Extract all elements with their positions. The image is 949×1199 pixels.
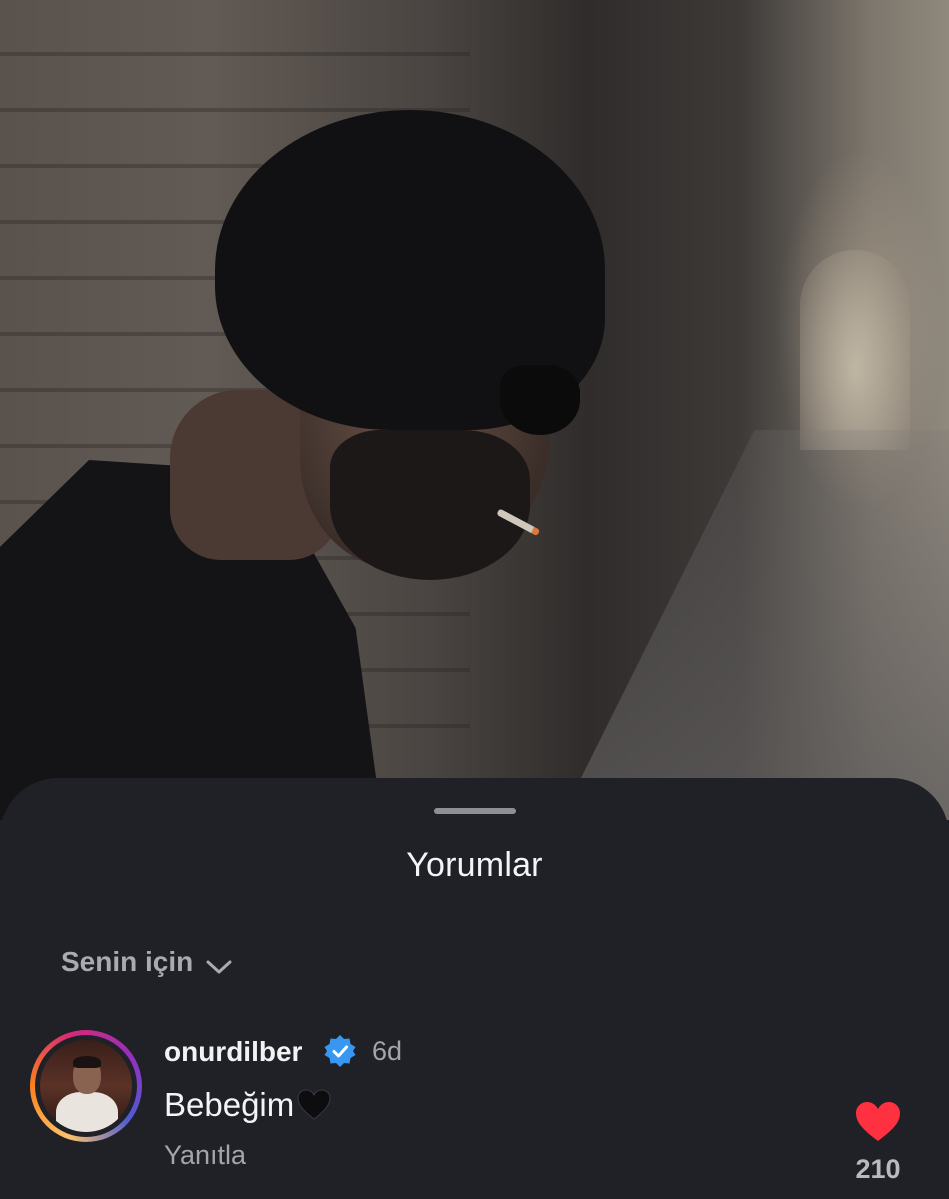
avatar-shirt — [56, 1092, 118, 1132]
comment-time: 6d — [372, 1036, 403, 1066]
screen: Yorumlar Senin için onurdilber 6d Bebeği… — [0, 0, 949, 1199]
photo-street — [560, 430, 949, 820]
like-count: 210 — [855, 1154, 901, 1184]
sort-dropdown[interactable]: Senin için — [61, 946, 233, 978]
reply-button[interactable]: Yanıtla — [164, 1140, 246, 1171]
photo-sunglasses — [500, 365, 580, 435]
chevron-down-icon — [205, 952, 233, 974]
comment-text-row: Bebeğim — [164, 1086, 332, 1124]
verified-badge-icon — [323, 1034, 357, 1068]
comments-sheet: Yorumlar Senin için onurdilber 6d Bebeği… — [0, 778, 949, 1199]
avatar-head — [73, 1056, 101, 1094]
heart-icon[interactable] — [853, 1100, 903, 1144]
avatar-ring-gap — [35, 1035, 137, 1137]
avatar-photo — [40, 1040, 132, 1132]
sheet-title: Yorumlar — [406, 846, 543, 884]
comment-text: Bebeğim — [164, 1086, 295, 1123]
photo-beard — [330, 430, 530, 580]
comment-item: onurdilber 6d Bebeğim Yanıtla 210 — [30, 1030, 930, 1184]
sheet-drag-handle[interactable] — [434, 808, 516, 814]
avatar[interactable] — [30, 1030, 142, 1142]
sort-label: Senin için — [61, 946, 194, 977]
background-photo — [0, 0, 949, 820]
comment-username[interactable]: onurdilber — [164, 1036, 302, 1068]
black-heart-emoji-icon — [296, 1088, 332, 1122]
photo-arch — [800, 250, 910, 450]
